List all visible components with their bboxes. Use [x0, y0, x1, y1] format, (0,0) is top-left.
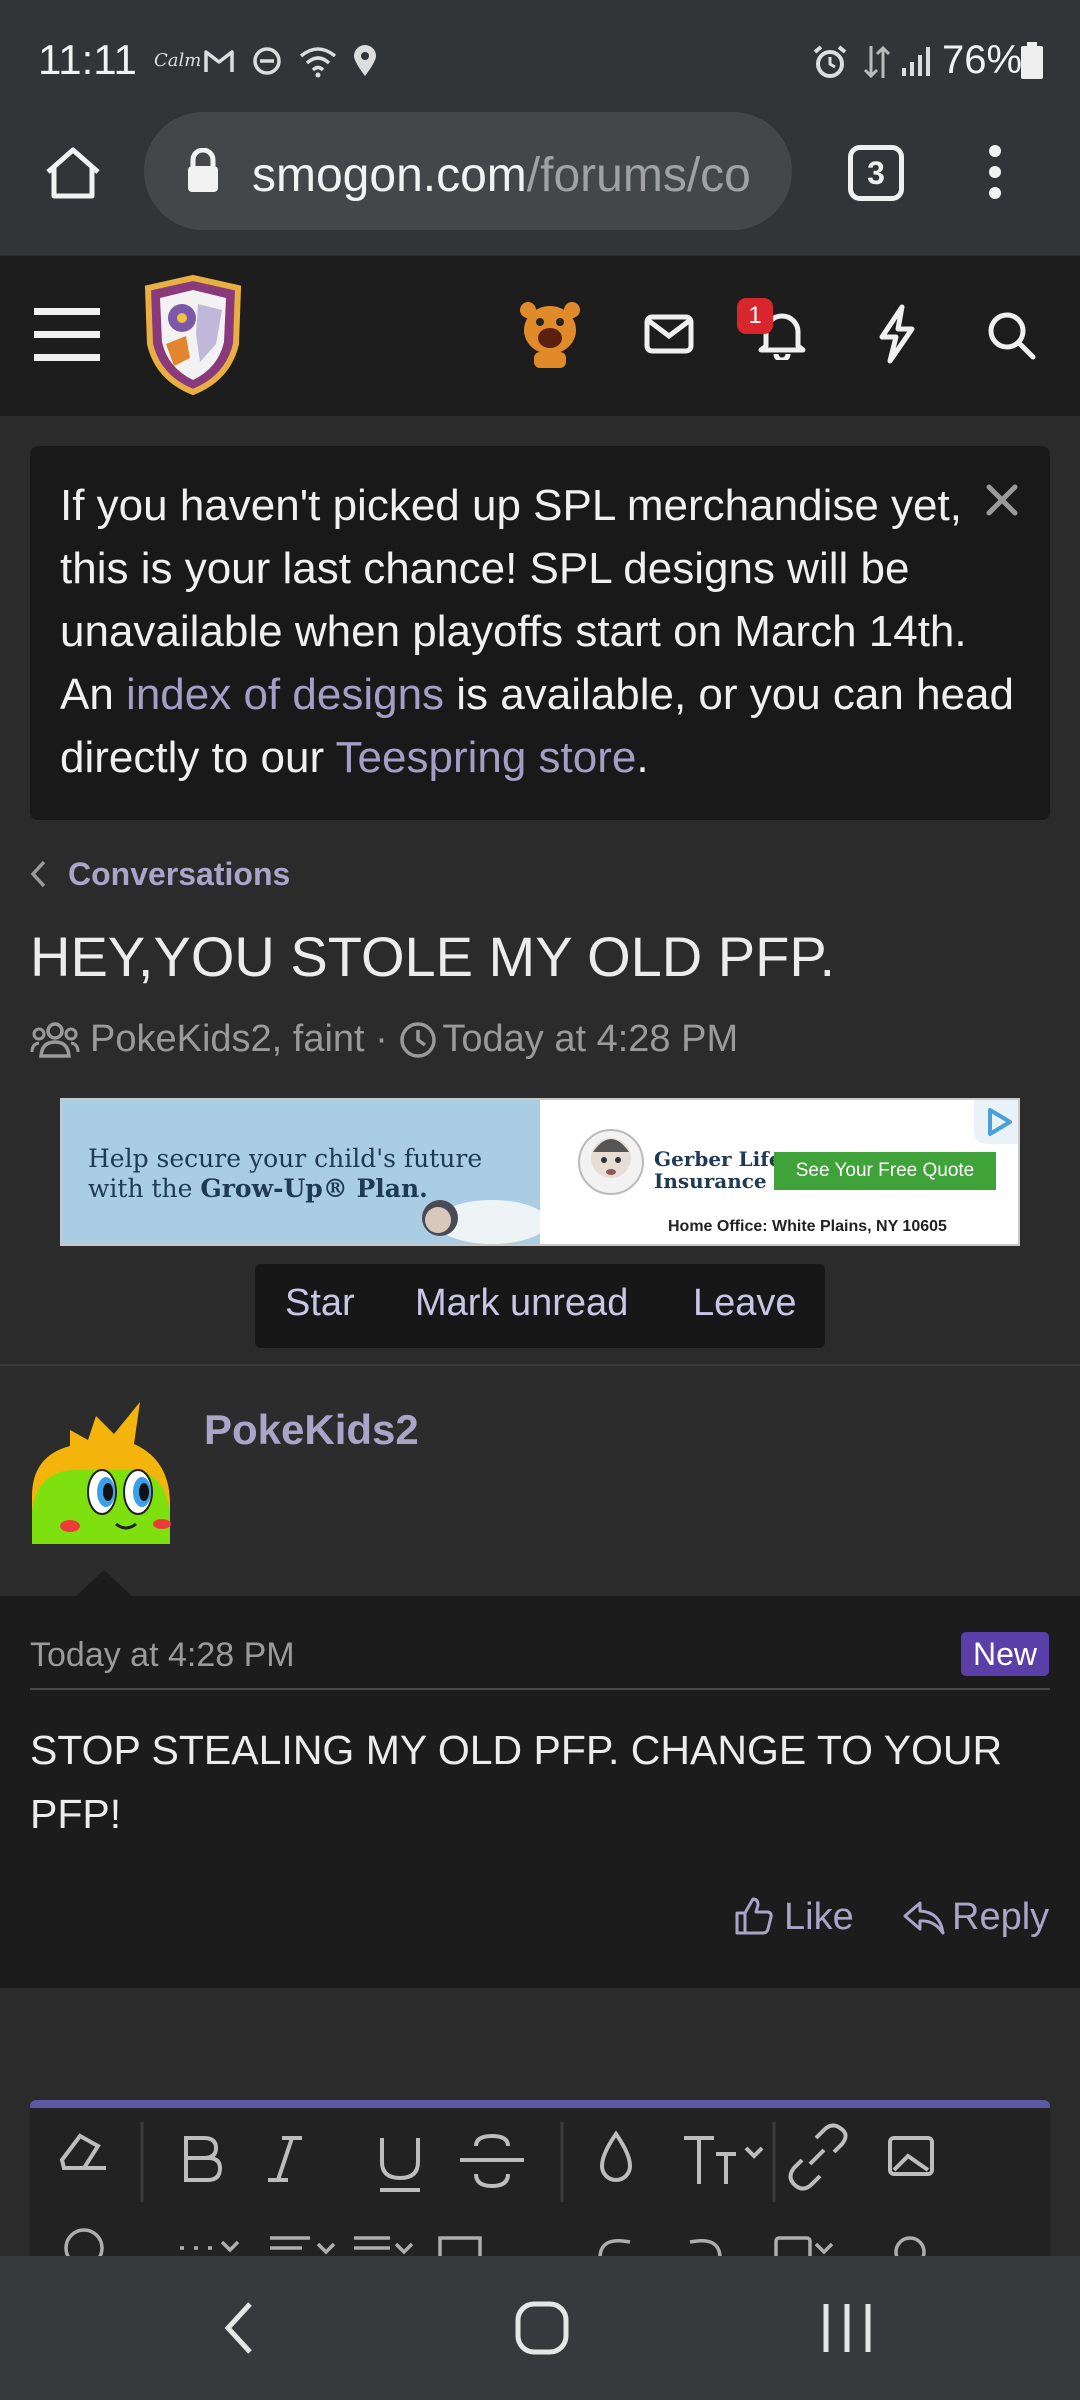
- reply-icon[interactable]: [902, 1900, 946, 1936]
- like-button[interactable]: Like: [784, 1896, 854, 1939]
- signal-icon: [902, 47, 930, 76]
- battery-icon: [1021, 42, 1043, 79]
- avatar[interactable]: [30, 1400, 180, 1544]
- gerber-logo: [578, 1129, 644, 1195]
- index-of-designs-link[interactable]: index of designs: [126, 670, 444, 719]
- teespring-store-link[interactable]: Teespring store: [336, 733, 637, 782]
- meta-separator: ·: [375, 1018, 388, 1060]
- conversation-time: Today at 4:28 PM: [442, 1018, 739, 1060]
- mark-unread-button[interactable]: Mark unread: [415, 1282, 628, 1325]
- message-date[interactable]: Today at 4:28 PM: [30, 1636, 295, 1675]
- italic-icon: [268, 2136, 302, 2182]
- breadcrumb-conversations[interactable]: Conversations: [68, 856, 290, 893]
- advertisement[interactable]: Help secure your child's future with the…: [60, 1098, 1020, 1246]
- status-time: 11:11: [38, 36, 137, 83]
- smogon-logo[interactable]: [138, 274, 248, 396]
- whats-new-icon[interactable]: [874, 304, 918, 364]
- message-author[interactable]: PokeKids2: [204, 1406, 419, 1454]
- arrow-pointer: [74, 1570, 134, 1598]
- ad-cta-button[interactable]: See Your Free Quote: [774, 1152, 996, 1190]
- color-icon: [599, 2130, 633, 2182]
- reply-button[interactable]: Reply: [952, 1896, 1049, 1939]
- home-nav-icon[interactable]: [514, 2298, 570, 2358]
- star-button[interactable]: Star: [285, 1282, 355, 1325]
- menu-icon[interactable]: [34, 308, 100, 362]
- leave-button[interactable]: Leave: [693, 1282, 797, 1325]
- inbox-icon[interactable]: [644, 314, 694, 354]
- message-divider: [30, 1688, 1050, 1690]
- back-icon[interactable]: [222, 2300, 256, 2356]
- bold-icon: [184, 2136, 223, 2182]
- notice-text: If you haven't picked up SPL merchandise…: [60, 481, 1014, 782]
- strikethrough-icon: [460, 2133, 524, 2189]
- gmail-icon: [204, 50, 234, 72]
- page-title: HEY,YOU STOLE MY OLD PFP.: [30, 925, 836, 988]
- home-icon[interactable]: [44, 146, 102, 200]
- tab-switcher-button[interactable]: 3: [848, 145, 904, 201]
- underline-icon: [380, 2138, 420, 2192]
- text-size-icon: [684, 2136, 764, 2184]
- clear-formatting-icon: [59, 2133, 106, 2170]
- location-icon: [354, 45, 376, 76]
- wifi-icon: [299, 47, 337, 78]
- like-icon[interactable]: [734, 1896, 774, 1936]
- lock-icon: [188, 148, 218, 192]
- participants-list[interactable]: PokeKids2, faint: [90, 1018, 365, 1060]
- notification-count-badge: 1: [737, 298, 773, 334]
- clock-icon: [400, 1022, 436, 1058]
- url-text[interactable]: smogon.com/forums/co: [252, 148, 772, 203]
- search-icon[interactable]: [986, 310, 1036, 360]
- recents-icon[interactable]: [820, 2302, 874, 2354]
- message-body: STOP STEALING MY OLD PFP. CHANGE TO YOUR…: [30, 1727, 1003, 1837]
- chevron-left-icon[interactable]: [30, 860, 46, 888]
- editor-toolbar: [59, 2122, 934, 2256]
- close-icon[interactable]: [986, 484, 1018, 516]
- participants-icon: [30, 1022, 80, 1058]
- adchoices-icon[interactable]: [960, 1100, 1020, 1144]
- emoji-icon: [64, 2228, 104, 2256]
- battery-percent: 76%: [942, 38, 1023, 82]
- ad-brand: Gerber Life Insurance: [654, 1147, 782, 1193]
- dnd-icon: [253, 47, 281, 75]
- link-icon: [788, 2123, 848, 2191]
- alarm-icon: [813, 45, 847, 78]
- user-avatar-icon[interactable]: [518, 300, 582, 370]
- more-options-icon[interactable]: [988, 144, 1002, 200]
- new-badge: New: [961, 1632, 1049, 1676]
- baby-photo: [422, 1200, 540, 1244]
- data-icon: [863, 45, 891, 79]
- ad-office-text: Home Office: White Plains, NY 10605: [668, 1218, 947, 1235]
- calm-label: Calm: [154, 50, 202, 71]
